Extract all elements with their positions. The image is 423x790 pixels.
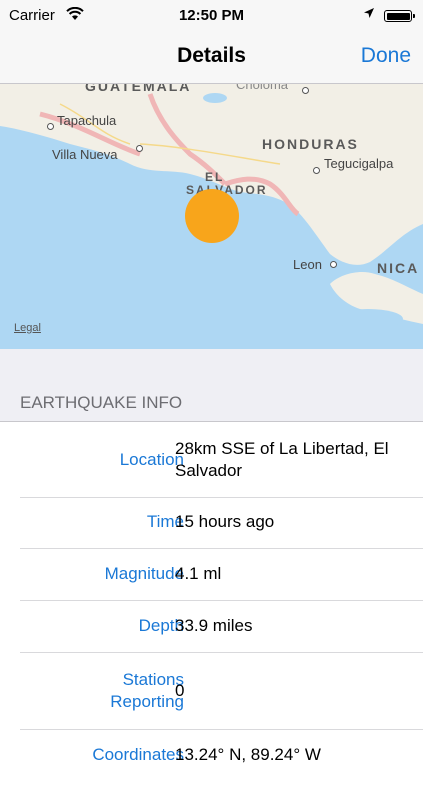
detail-label: Magnitude (104, 564, 184, 583)
detail-value: 0 (175, 681, 185, 700)
map-country-el: EL (205, 170, 225, 184)
map-city-tapachula: Tapachula (57, 113, 117, 128)
done-button[interactable]: Done (361, 44, 411, 68)
location-arrow-icon (363, 7, 375, 22)
status-time: 12:50 PM (178, 7, 245, 24)
battery-icon (384, 10, 415, 22)
detail-label: Time (146, 512, 184, 531)
detail-label: Depth (138, 616, 184, 635)
legal-link[interactable]: Legal (14, 322, 41, 334)
map-country-nica: NICA (377, 260, 420, 276)
detail-row-stations-reporting: Stations Reporting 0 (20, 653, 423, 730)
detail-value: 13.24° N, 89.24° W (175, 745, 321, 764)
details-table: Location 28km SSE of La Libertad, El Sal… (0, 421, 423, 790)
map-city-tegucigalpa: Tegucigalpa (324, 156, 394, 171)
detail-row-location: Location 28km SSE of La Libertad, El Sal… (20, 422, 423, 498)
section-header: EARTHQUAKE INFO (20, 393, 183, 412)
map-city-dot (330, 261, 337, 268)
detail-label: Stations Reporting (110, 670, 184, 711)
detail-label: Location (119, 450, 184, 469)
detail-value: 4.1 ml (175, 564, 222, 583)
detail-value: 33.9 miles (175, 616, 253, 635)
detail-value: 28km SSE of La Libertad, El Salvador (175, 439, 389, 480)
page-title: Details (177, 44, 246, 67)
detail-row-depth: Depth 33.9 miles (20, 601, 423, 653)
map-city-choloma: Choloma (236, 84, 289, 92)
navigation-bar: Details Done (0, 32, 423, 84)
map-city-dot (136, 145, 143, 152)
detail-row-time: Time 15 hours ago (20, 498, 423, 549)
map-city-dot (313, 167, 320, 174)
detail-label: Coordinates (92, 745, 184, 764)
map-city-dot (302, 87, 309, 94)
map-city-dot (47, 123, 54, 130)
map-city-villa-nueva: Villa Nueva (52, 147, 118, 162)
map-country-guatemala: GUATEMALA (85, 84, 192, 94)
map-country-honduras: HONDURAS (262, 136, 359, 152)
detail-row-magnitude: Magnitude 4.1 ml (20, 549, 423, 601)
map-view[interactable]: GUATEMALA Choloma Tapachula Villa Nueva … (0, 84, 423, 349)
detail-value: 15 hours ago (175, 512, 275, 531)
status-bar: Carrier 12:50 PM (0, 0, 423, 32)
map-city-leon: Leon (293, 257, 322, 272)
detail-row-coordinates: Coordinates 13.24° N, 89.24° W (20, 730, 423, 790)
earthquake-marker[interactable] (185, 189, 239, 243)
